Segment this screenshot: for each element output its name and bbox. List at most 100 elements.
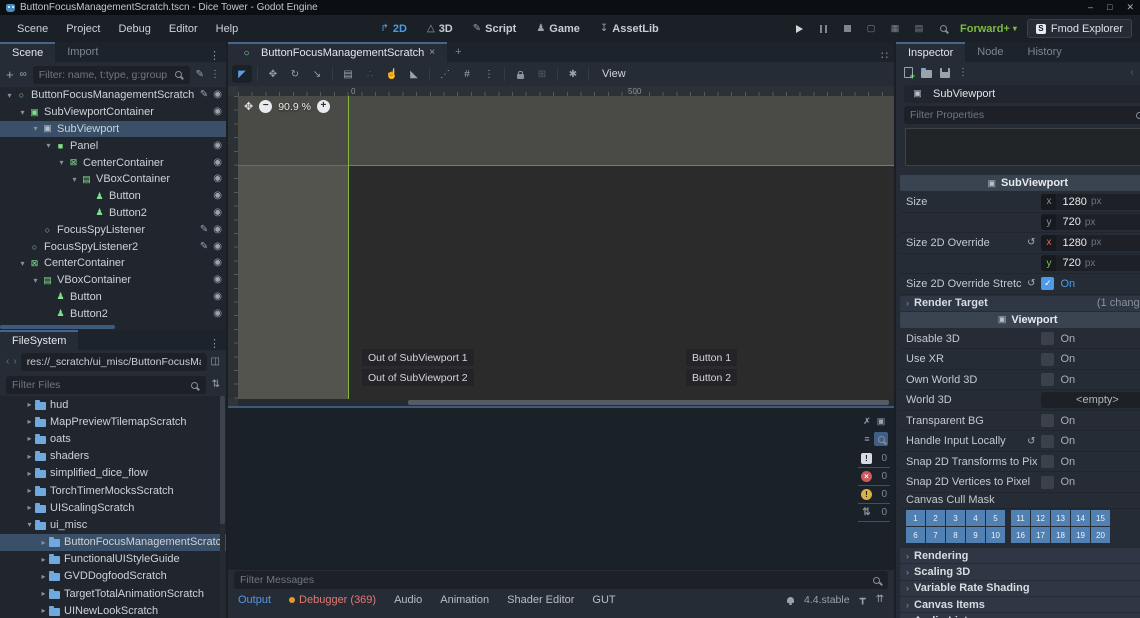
expand-arrow[interactable]: ▸ [24, 486, 35, 495]
zoom-percent[interactable]: 90.9 % [278, 101, 311, 113]
tree-node-centercontainer[interactable]: ▾⊠CenterContainer◉ [0, 255, 226, 272]
minimize-button[interactable]: – [1088, 2, 1093, 13]
expand-arrow[interactable]: ▾ [24, 520, 35, 529]
close-tab-icon[interactable]: × [429, 48, 435, 58]
canvas-viewport[interactable]: 0 500 ✥ − 90.9 % + Out of Su [228, 86, 894, 406]
cull-mask-bit[interactable]: 4 [966, 510, 985, 526]
script-icon[interactable]: ✎ [200, 225, 208, 235]
pin-panel-icon[interactable]: ┳ [860, 595, 866, 605]
maximize-button[interactable]: □ [1107, 2, 1112, 13]
bottom-tab-gut[interactable]: GUT [592, 594, 615, 606]
remote-debug-icon[interactable]: ▢ [864, 23, 878, 35]
visibility-eye-icon[interactable]: ◉ [213, 174, 222, 184]
folder-oats[interactable]: ▸oats [0, 430, 226, 447]
menu-editor[interactable]: Editor [160, 20, 207, 38]
visibility-eye-icon[interactable]: ◉ [213, 275, 222, 285]
expand-arrow[interactable]: ▾ [30, 124, 41, 133]
sort-files-button[interactable]: ⇅ [212, 380, 220, 390]
section-canvas-items[interactable]: ›Canvas Items [900, 597, 1140, 612]
script-icon[interactable]: ✎ [200, 242, 208, 252]
visibility-eye-icon[interactable]: ◉ [213, 90, 222, 100]
rendered-button-2[interactable]: Button 2 [686, 369, 737, 386]
distraction-free-button[interactable]: ∷ [875, 49, 894, 62]
expand-panel-icon[interactable]: ⇈ [876, 595, 884, 605]
visibility-eye-icon[interactable]: ◉ [213, 309, 222, 319]
zoom-out-button[interactable]: − [259, 100, 272, 113]
bottom-tab-debugger-369-[interactable]: Debugger (369) [289, 594, 376, 606]
tree-node-button[interactable]: ♟Button◉ [0, 289, 226, 306]
cull-mask-bit[interactable]: 14 [1071, 510, 1090, 526]
lock-button[interactable] [510, 65, 530, 83]
scene-tree-menu-button[interactable]: ⋮ [210, 70, 220, 80]
move-tool-button[interactable]: ✥ [263, 65, 283, 83]
revert-icon[interactable]: ↺ [1027, 237, 1035, 248]
show-search-button[interactable] [874, 432, 888, 446]
movie-writer-icon[interactable]: ▤ [912, 23, 926, 35]
cull-mask-bit[interactable]: 11 [1011, 510, 1030, 526]
group-button[interactable]: ⊞ [532, 65, 552, 83]
cull-mask-bit[interactable]: 8 [946, 527, 965, 543]
new-scene-tab-button[interactable]: + [447, 42, 469, 62]
add-node-button[interactable]: + [6, 68, 14, 81]
expand-arrow[interactable]: ▸ [24, 452, 35, 461]
section-render-target[interactable]: ›Render Target(1 change) [900, 296, 1140, 311]
expand-arrow[interactable]: ▸ [38, 538, 49, 547]
tree-node-centercontainer[interactable]: ▾⊠CenterContainer◉ [0, 154, 226, 171]
close-button[interactable]: ✕ [1126, 2, 1134, 13]
bottom-tab-audio[interactable]: Audio [394, 594, 422, 606]
bottom-tab-output[interactable]: Output [238, 594, 271, 606]
cull-mask-bit[interactable]: 10 [986, 527, 1005, 543]
bottom-tab-animation[interactable]: Animation [440, 594, 489, 606]
output-filter-input[interactable] [234, 571, 888, 589]
checkbox[interactable] [1041, 332, 1054, 345]
expand-arrow[interactable]: ▸ [38, 572, 49, 581]
tab-import[interactable]: Import [55, 42, 110, 62]
load-resource-button[interactable] [921, 70, 932, 78]
section-variable-rate-shading[interactable]: ›Variable Rate Shading [900, 581, 1140, 596]
checkbox[interactable] [1041, 353, 1054, 366]
expand-arrow[interactable]: ▸ [24, 469, 35, 478]
menu-debug[interactable]: Debug [109, 20, 159, 38]
tree-node-subviewport[interactable]: ▾▣SubViewport [0, 121, 226, 138]
current-path-field[interactable] [21, 353, 207, 371]
folder-buttonfocusmanagementscratch[interactable]: ▸ButtonFocusManagementScratch [0, 534, 226, 551]
inspector-filter-input[interactable] [904, 106, 1140, 124]
checkbox[interactable] [1041, 435, 1054, 448]
workspace-assetlib-button[interactable]: ↧AssetLib [592, 20, 667, 38]
tree-node-focusspylistener[interactable]: ○FocusSpyListener✎◉ [0, 221, 226, 238]
select-tool-button[interactable]: ◤ [232, 65, 252, 83]
expand-arrow[interactable]: ▸ [38, 555, 49, 564]
section-rendering[interactable]: ›Rendering [900, 548, 1140, 563]
expand-arrow[interactable]: ▸ [24, 434, 35, 443]
expand-arrow[interactable]: ▸ [24, 417, 35, 426]
fmod-explorer-button[interactable]: S Fmod Explorer [1027, 19, 1132, 38]
visibility-eye-icon[interactable]: ◉ [213, 292, 222, 302]
toggle-misc-button[interactable]: ⇅0 [858, 506, 890, 522]
folder-gvddogfoodscratch[interactable]: ▸GVDDogfoodScratch [0, 568, 226, 585]
scene-tree-hscrollbar[interactable] [0, 324, 226, 330]
renderer-selector[interactable]: Forward+▾ [960, 23, 1017, 35]
tree-node-focusspylistener2[interactable]: ○FocusSpyListener2✎◉ [0, 238, 226, 255]
filesystem-vscrollbar[interactable] [220, 396, 225, 618]
expand-arrow[interactable]: ▸ [38, 606, 49, 615]
visibility-eye-icon[interactable]: ◉ [213, 225, 222, 235]
rendered-button-out2[interactable]: Out of SubViewport 2 [362, 369, 474, 386]
list-select-button[interactable]: ▤ [338, 65, 358, 83]
smart-snap-button[interactable]: ⋰ [435, 65, 455, 83]
skeleton-button[interactable]: ✱ [563, 65, 583, 83]
checkbox[interactable] [1041, 476, 1054, 489]
tree-node-button2[interactable]: ♟Button2◉ [0, 205, 226, 222]
scale-tool-button[interactable]: ↘ [307, 65, 327, 83]
section-scaling-3d[interactable]: ›Scaling 3D [900, 564, 1140, 579]
rendered-button-out1[interactable]: Out of SubViewport 1 [362, 349, 474, 366]
clear-output-button[interactable]: ✗ [860, 414, 874, 428]
expand-arrow[interactable]: ▾ [56, 158, 67, 167]
workspace-2d-button[interactable]: ↱2D [373, 20, 415, 38]
scene-filter-input[interactable] [33, 66, 190, 84]
toggle-errors-button[interactable]: ×0 [858, 470, 890, 486]
rendered-button-1[interactable]: Button 1 [686, 349, 737, 366]
folder-uiscalingscratch[interactable]: ▸UIScalingScratch [0, 499, 226, 516]
visibility-eye-icon[interactable]: ◉ [213, 242, 222, 252]
checkbox[interactable] [1041, 414, 1054, 427]
vector-value-field[interactable]: x1280px⇅ [1041, 194, 1140, 210]
